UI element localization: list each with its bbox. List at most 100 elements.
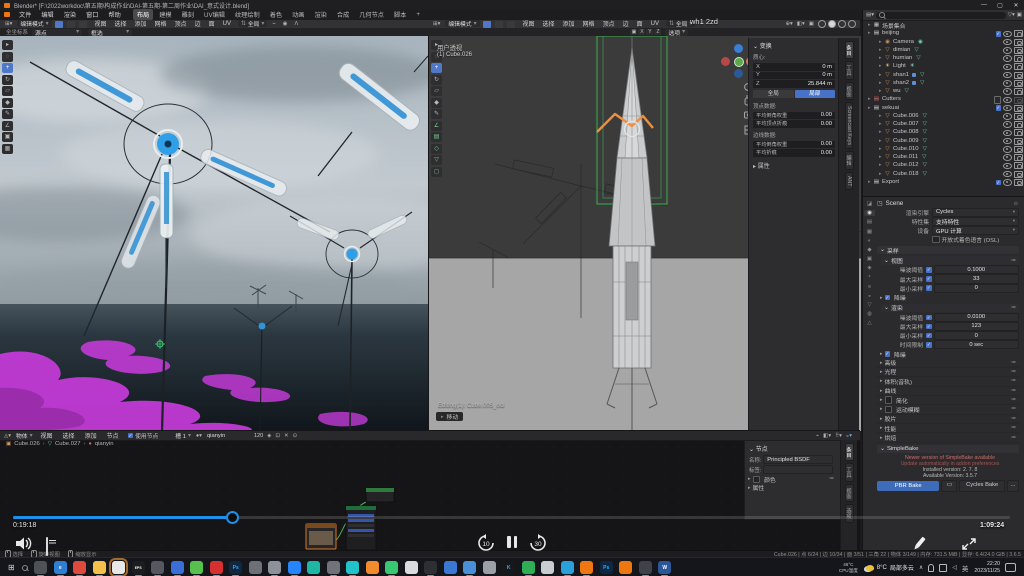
disable-render-icon[interactable] xyxy=(1014,113,1023,120)
close-button[interactable]: ✕ xyxy=(1008,2,1024,9)
fullscreen-button[interactable] xyxy=(962,538,976,550)
tool-icon[interactable]: ∠ xyxy=(2,121,13,131)
value-checkbox[interactable]: ✓ xyxy=(926,333,932,339)
taskbar-app[interactable] xyxy=(385,561,398,574)
hide-eye-icon[interactable] xyxy=(1003,72,1012,79)
disable-render-icon[interactable] xyxy=(1014,162,1023,169)
hide-eye-icon[interactable] xyxy=(1003,163,1012,170)
median-field[interactable]: Z25.844 m xyxy=(753,80,835,88)
disable-render-icon[interactable] xyxy=(1014,39,1023,46)
sidebar-tab[interactable]: Screencast Keys xyxy=(845,102,853,149)
disable-render-icon[interactable] xyxy=(1014,88,1023,95)
taskbar-app[interactable] xyxy=(268,561,281,574)
panel-checkbox[interactable] xyxy=(885,396,893,404)
slot-grid-icon[interactable]: ⠿▾ xyxy=(835,433,842,439)
hide-eye-icon[interactable] xyxy=(1003,121,1012,128)
denoise-row[interactable]: ▸✓降噪 xyxy=(877,293,1019,301)
node-sidebar-tab[interactable]: 工具 xyxy=(845,463,854,481)
disable-render-icon[interactable] xyxy=(1014,55,1023,62)
hide-eye-icon[interactable] xyxy=(1003,55,1012,62)
collapsed-panel[interactable]: ▸ 胶片 ≔ xyxy=(877,415,1019,424)
hide-eye-icon[interactable] xyxy=(1003,31,1012,38)
shader-menu-item[interactable]: 选择 xyxy=(63,431,75,440)
taskbar-app[interactable] xyxy=(463,561,476,574)
weather-widget[interactable]: 8°C 局部多云 xyxy=(866,563,914,572)
value-field[interactable]: 0.1000 xyxy=(934,265,1020,274)
shader-menu-item[interactable]: 视图 xyxy=(41,431,53,440)
node-sidebar-tab[interactable]: 视图 xyxy=(845,484,854,502)
value-field[interactable]: 0 sec xyxy=(934,340,1020,349)
annotate-pencil-button[interactable] xyxy=(910,536,928,552)
taskbar-app[interactable] xyxy=(444,561,457,574)
taskbar-app[interactable] xyxy=(112,561,125,574)
denoise-row[interactable]: ▸✓降噪 xyxy=(877,350,1019,358)
disable-render-icon[interactable] xyxy=(1014,105,1023,112)
node-sidebar-tab[interactable]: 选项 xyxy=(845,504,854,522)
tool-icon[interactable]: ▤ xyxy=(431,132,442,142)
disable-render-icon[interactable] xyxy=(1014,138,1023,145)
microphone-icon[interactable] xyxy=(928,564,934,572)
disable-render-icon[interactable] xyxy=(1014,171,1023,178)
pbr-bake-button[interactable]: PBR Bake xyxy=(877,481,939,491)
unlink-icon[interactable]: ✕ xyxy=(284,433,289,439)
editor-type-icon[interactable]: ⊞▾ xyxy=(5,21,12,27)
taskbar-app[interactable] xyxy=(171,561,184,574)
mode-dropdown[interactable]: 编辑模式▾ xyxy=(445,20,479,27)
tool-icon[interactable]: ↻ xyxy=(2,75,13,85)
tool-icon[interactable]: ▦ xyxy=(2,144,13,154)
outliner-row[interactable]: ▸ ▽ dimian ▽ ✓ xyxy=(863,46,1024,54)
bake-more-button[interactable]: ... xyxy=(1007,480,1019,492)
viewport-menu-item[interactable]: 边 xyxy=(195,19,201,28)
material-users-count[interactable]: 120 xyxy=(252,433,265,439)
disable-render-icon[interactable] xyxy=(1014,80,1023,87)
outliner-row[interactable]: ▸ ▦ 场景集合 ✓ xyxy=(863,21,1024,29)
value-field[interactable]: 33 xyxy=(934,274,1020,283)
pivot-dropdown[interactable]: 源点▾ xyxy=(32,29,82,36)
notification-center-icon[interactable] xyxy=(1005,563,1016,572)
axis-toggle[interactable]: Y xyxy=(646,29,653,35)
hide-eye-icon[interactable] xyxy=(1003,64,1012,71)
new-collection-icon[interactable]: ▣ xyxy=(1017,12,1022,18)
node-name-field[interactable]: Principled BSDF xyxy=(763,455,833,464)
player-progress-handle[interactable] xyxy=(226,511,239,524)
median-field[interactable]: Y0 m xyxy=(753,72,835,80)
taskbar-app[interactable] xyxy=(580,561,593,574)
value-checkbox[interactable]: ✓ xyxy=(926,267,932,273)
properties-tab-icon[interactable]: ◉ xyxy=(864,210,875,216)
properties-tab-icon[interactable]: ◒ xyxy=(864,293,875,299)
taskbar-app[interactable] xyxy=(522,561,535,574)
tool-icon[interactable]: + xyxy=(2,63,13,73)
simplebake-header[interactable]: ⌄ SimpleBake xyxy=(877,445,1019,454)
outliner-row[interactable]: ▸ ▽ shan2 ▽ ✓ xyxy=(863,79,1024,87)
taskbar-app[interactable] xyxy=(93,561,106,574)
shading-material-icon[interactable] xyxy=(838,20,846,28)
properties-tab-icon[interactable]: ▽ xyxy=(864,302,875,308)
show-gizmo-icon[interactable]: ⊕▾ xyxy=(785,21,792,27)
taskbar-app[interactable] xyxy=(288,561,301,574)
outliner-row[interactable]: ▸ ▽ Cube.010 ▽ ✓ xyxy=(863,145,1024,153)
edge-data-field[interactable]: 平均折痕0.00 xyxy=(753,149,835,157)
properties-tab-icon[interactable]: * xyxy=(864,275,875,281)
tool-icon[interactable]: ▱ xyxy=(431,86,442,96)
outliner-row[interactable]: ▸ ▽ Cube.006 ▽ ✓ xyxy=(863,112,1024,120)
display-mode-dropdown[interactable]: ▤▾ xyxy=(866,12,874,18)
disable-render-icon[interactable] xyxy=(1014,63,1023,70)
tool-icon[interactable]: ▸ xyxy=(2,40,13,50)
editor-type-icon[interactable]: ⊞▾ xyxy=(433,21,440,27)
select-tool-dropdown[interactable]: 框选▾ xyxy=(88,29,132,36)
hide-eye-icon[interactable] xyxy=(1003,179,1012,186)
value-field[interactable]: 0.0100 xyxy=(934,313,1020,322)
collapsed-panel[interactable]: ▸ 曲线 ≔ xyxy=(877,387,1019,396)
disable-render-icon[interactable] xyxy=(1014,129,1023,136)
collapsed-panel[interactable]: ▸ 光程 ≔ xyxy=(877,368,1019,377)
value-field[interactable]: 0 xyxy=(934,331,1020,340)
clock-widget[interactable]: 22:202023/11/25 xyxy=(974,561,1000,574)
taskbar-app[interactable] xyxy=(366,561,379,574)
hide-eye-icon[interactable] xyxy=(1003,39,1012,46)
shader-menu-item[interactable]: 添加 xyxy=(85,431,97,440)
hide-eye-icon[interactable] xyxy=(1003,146,1012,153)
value-field[interactable]: 0 xyxy=(934,284,1020,293)
outliner-row[interactable]: ▸ ▤ beijing ✓ xyxy=(863,29,1024,37)
taskbar-app[interactable]: Ps xyxy=(600,561,613,574)
value-checkbox[interactable]: ✓ xyxy=(926,276,932,282)
